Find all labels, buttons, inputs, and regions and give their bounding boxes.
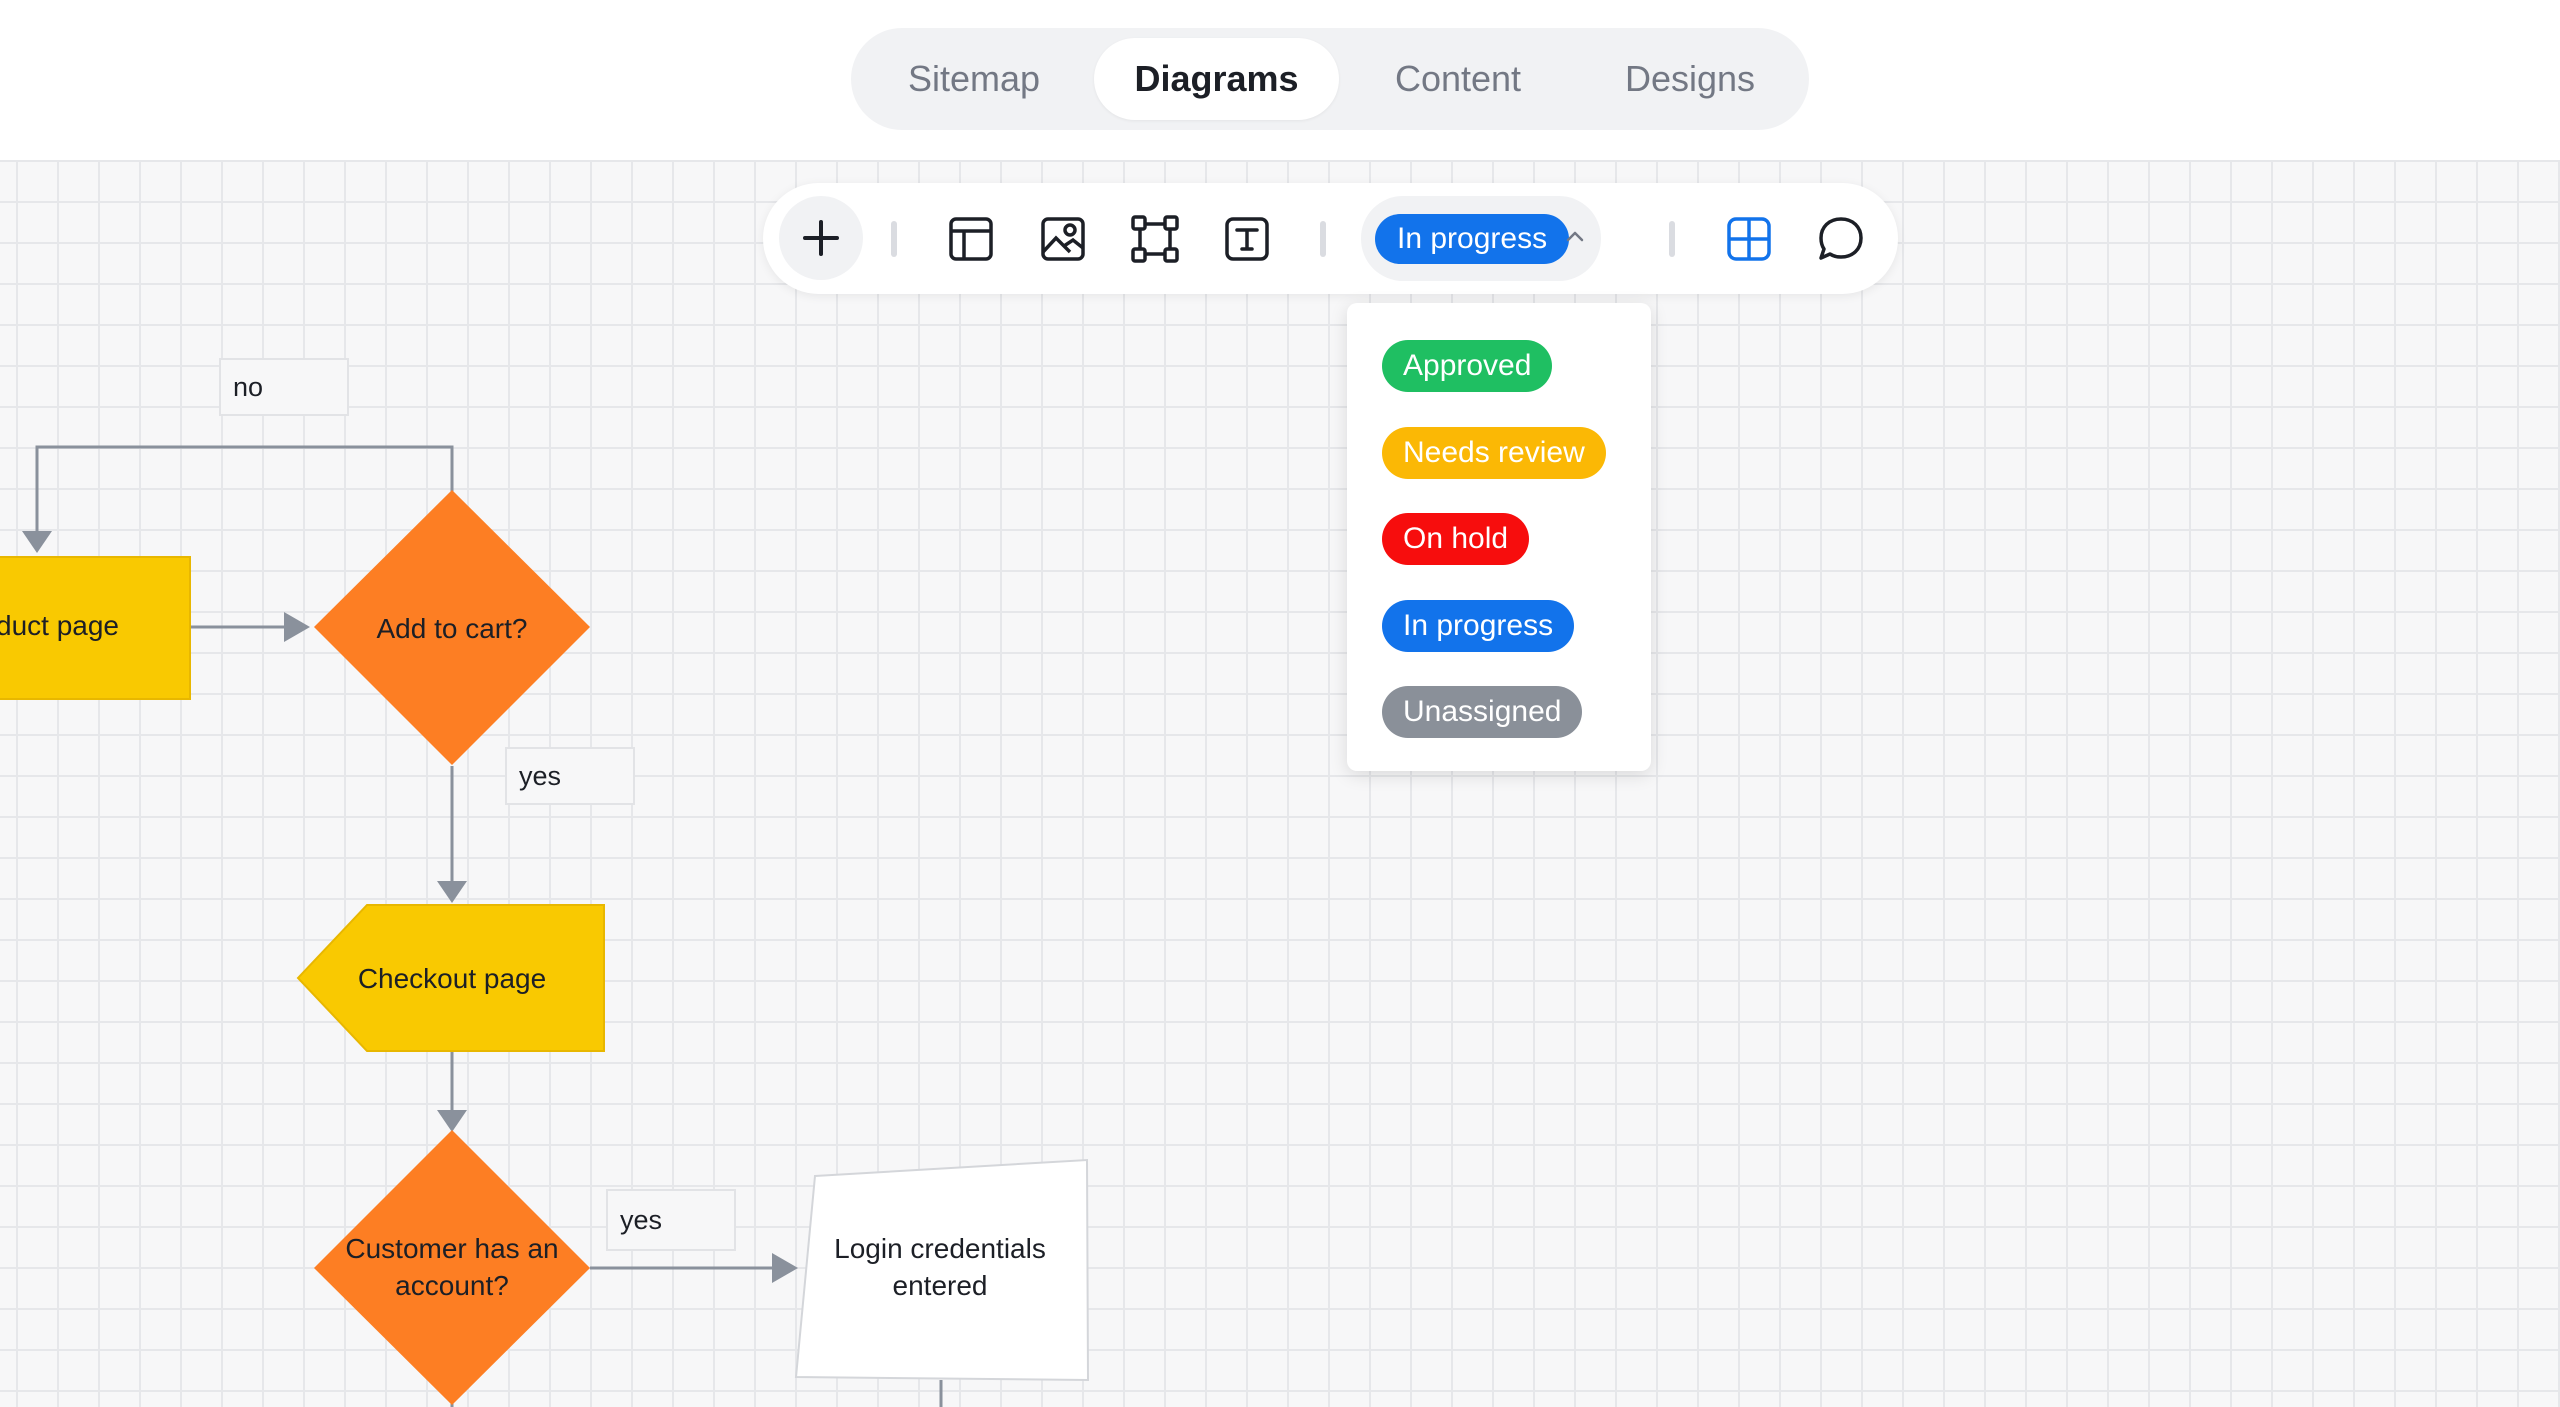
status-selector[interactable]: In progress [1361,196,1601,281]
tab-content[interactable]: Content [1353,38,1563,120]
layout-icon [949,217,993,261]
status-option-on-hold[interactable]: On hold [1382,513,1530,565]
customer-account-label: Customer has an account? [312,1230,592,1304]
status-option-needs-review[interactable]: Needs review [1382,427,1606,479]
arrowhead-icon [437,881,467,903]
status-dropdown: Approved Needs review On hold In progres… [1347,303,1651,771]
checkout-page-label: Checkout page [357,962,547,994]
flowchart-svg [0,445,1090,1407]
status-option-approved[interactable]: Approved [1382,340,1553,392]
status-badge: In progress [1375,214,1570,264]
customer-account-line: Customer has an [345,1233,559,1264]
edge-label-yes: yes [606,1189,736,1251]
canvas-toolbar: In progress [763,183,1898,294]
add-button[interactable] [779,196,863,280]
status-option-in-progress[interactable]: In progress [1382,600,1575,652]
chevron-up-icon [1566,231,1584,242]
arrowhead-icon [437,1110,467,1132]
edge-no-loop [35,445,454,537]
login-entered-line: entered [892,1270,988,1301]
customer-account-line: account? [395,1270,509,1301]
login-entered-label: Login credentials entered [800,1230,1080,1304]
arrowhead-icon [772,1253,798,1283]
tab-designs[interactable]: Designs [1585,38,1795,120]
toolbar-divider [891,221,897,257]
toolbar-divider [1320,221,1326,257]
text-button[interactable] [1213,205,1281,273]
product-page-label: duct page [0,609,119,641]
image-button[interactable] [1029,205,1097,273]
frame-icon [1131,215,1179,263]
plus-icon [803,220,839,256]
edge-label-no: no [219,358,349,416]
view-tabs: Sitemap Diagrams Content Designs [851,28,1809,130]
grid-toggle-button[interactable] [1715,205,1783,273]
diagram-canvas[interactable]: no yes yes duct page Add to cart? Checko… [0,160,2560,1407]
edge-label-yes: yes [505,747,635,805]
arrowhead-icon [22,531,52,553]
toolbar-divider [1669,221,1675,257]
tab-diagrams[interactable]: Diagrams [1094,38,1339,120]
login-entered-line: Login credentials [834,1233,1046,1264]
grid-icon [1727,217,1771,261]
top-bar: Sitemap Diagrams Content Designs [0,0,2560,160]
arrowhead-icon [284,612,310,642]
frame-button[interactable] [1121,205,1189,273]
comment-icon [1819,217,1863,260]
tab-sitemap[interactable]: Sitemap [874,38,1074,120]
status-option-unassigned[interactable]: Unassigned [1382,686,1583,738]
comment-button[interactable] [1807,205,1875,273]
text-icon [1225,217,1269,261]
image-icon [1041,217,1085,261]
add-to-cart-label: Add to cart? [376,612,528,644]
layout-button[interactable] [937,205,1005,273]
